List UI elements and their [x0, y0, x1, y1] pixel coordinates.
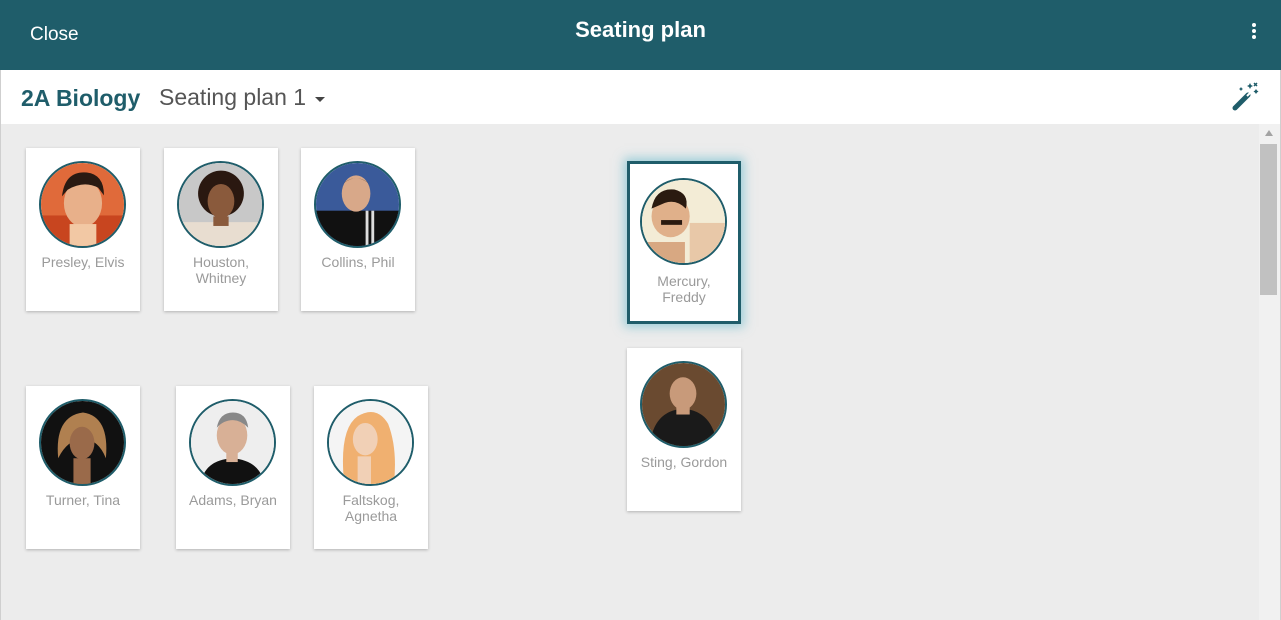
student-avatar	[39, 161, 126, 248]
student-name: Collins, Phil	[321, 254, 395, 270]
student-avatar	[177, 161, 264, 248]
scroll-up-arrow-icon[interactable]	[1265, 130, 1273, 136]
student-card[interactable]: Sting, Gordon	[627, 348, 741, 511]
class-name: 2A Biology	[21, 85, 141, 111]
student-name: Adams, Bryan	[189, 492, 277, 508]
student-name: Sting, Gordon	[640, 454, 728, 470]
more-vertical-icon[interactable]	[1248, 23, 1260, 45]
student-name: Houston, Whitney	[192, 254, 250, 286]
seating-canvas[interactable]: Presley, Elvis Houston, Whitney Collins,…	[0, 124, 1259, 620]
student-name: Presley, Elvis	[41, 254, 125, 270]
student-avatar	[640, 178, 727, 265]
page-title: Seating plan	[575, 17, 706, 42]
student-card[interactable]: Presley, Elvis	[26, 148, 140, 311]
magic-wand-icon[interactable]	[1231, 82, 1261, 112]
student-name: Faltskog, Agnetha	[342, 492, 400, 524]
student-card[interactable]: Houston, Whitney	[164, 148, 278, 311]
header-bar: Close Seating plan	[0, 0, 1281, 70]
scroll-thumb[interactable]	[1260, 144, 1277, 295]
student-card[interactable]: Faltskog, Agnetha	[314, 386, 428, 549]
student-card[interactable]: Collins, Phil	[301, 148, 415, 311]
student-card-selected[interactable]: Mercury, Freddy	[627, 161, 741, 324]
student-avatar	[189, 399, 276, 486]
plan-toolbar: 2A Biology Seating plan 1	[0, 70, 1281, 124]
vertical-scrollbar[interactable]	[1259, 124, 1281, 620]
student-avatar	[640, 361, 727, 448]
plan-selector[interactable]: Seating plan 1	[159, 84, 326, 111]
student-avatar	[314, 161, 401, 248]
caret-down-icon	[315, 96, 326, 102]
student-name: Turner, Tina	[45, 492, 121, 508]
plan-selector-label: Seating plan 1	[159, 84, 307, 110]
student-avatar	[39, 399, 126, 486]
student-card[interactable]: Turner, Tina	[26, 386, 140, 549]
student-name: Mercury, Freddy	[657, 273, 711, 305]
student-card[interactable]: Adams, Bryan	[176, 386, 290, 549]
student-avatar	[327, 399, 414, 486]
